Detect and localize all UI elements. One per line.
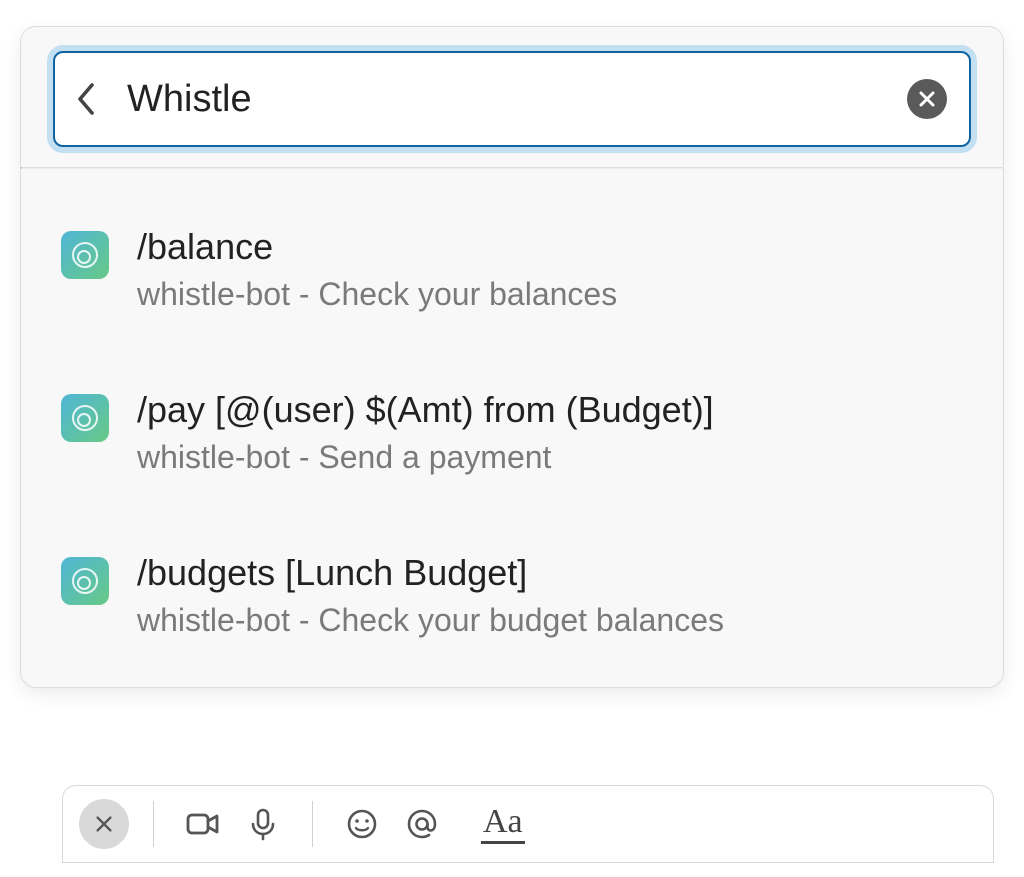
result-text: /balance whistle-bot - Check your balanc… <box>137 225 963 316</box>
result-subtitle: whistle-bot - Check your budget balances <box>137 600 963 642</box>
result-title: /pay [@(user) $(Amt) from (Budget)] <box>137 388 963 431</box>
shortcuts-popover: /balance whistle-bot - Check your balanc… <box>20 26 1004 688</box>
composer-audio-button[interactable] <box>238 799 288 849</box>
result-subtitle: whistle-bot - Send a payment <box>137 437 963 479</box>
shortcut-result-balance[interactable]: /balance whistle-bot - Check your balanc… <box>21 209 1003 332</box>
search-box <box>53 51 971 147</box>
at-sign-icon <box>403 805 441 843</box>
result-title: /budgets [Lunch Budget] <box>137 551 963 594</box>
shortcut-result-pay[interactable]: /pay [@(user) $(Amt) from (Budget)] whis… <box>21 372 1003 495</box>
composer-close-button[interactable] <box>79 799 129 849</box>
clear-search-button[interactable] <box>907 79 947 119</box>
composer-mention-button[interactable] <box>397 799 447 849</box>
result-text: /pay [@(user) $(Amt) from (Budget)] whis… <box>137 388 963 479</box>
close-icon <box>93 813 115 835</box>
separator <box>153 801 154 847</box>
whistle-bot-icon <box>61 231 109 279</box>
message-composer-toolbar: Aa <box>62 785 994 863</box>
composer-format-button[interactable]: Aa <box>481 805 525 844</box>
result-subtitle: whistle-bot - Check your balances <box>137 274 963 316</box>
results-list: /balance whistle-bot - Check your balanc… <box>21 169 1003 687</box>
close-icon <box>917 89 937 109</box>
whistle-bot-icon <box>61 394 109 442</box>
search-wrapper <box>21 27 1003 167</box>
video-icon <box>183 804 223 844</box>
separator <box>312 801 313 847</box>
shortcut-result-budgets[interactable]: /budgets [Lunch Budget] whistle-bot - Ch… <box>21 535 1003 658</box>
result-title: /balance <box>137 225 963 268</box>
back-button[interactable] <box>73 77 101 121</box>
emoji-icon <box>344 806 380 842</box>
microphone-icon <box>245 806 281 842</box>
whistle-bot-icon <box>61 557 109 605</box>
chevron-left-icon <box>73 77 101 121</box>
shortcut-search-input[interactable] <box>125 77 907 122</box>
composer-video-button[interactable] <box>178 799 228 849</box>
composer-emoji-button[interactable] <box>337 799 387 849</box>
result-text: /budgets [Lunch Budget] whistle-bot - Ch… <box>137 551 963 642</box>
